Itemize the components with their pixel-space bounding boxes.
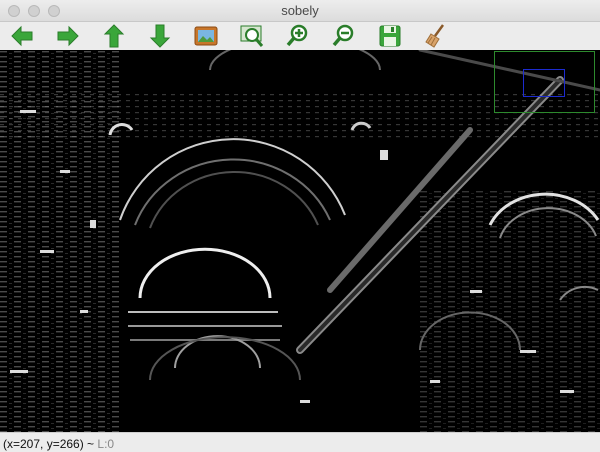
zoom-fit-button[interactable]	[239, 23, 265, 49]
zoom-in-button[interactable]	[285, 23, 311, 49]
arrow-left-icon	[11, 25, 33, 47]
zoom-level: L:0	[97, 437, 115, 451]
minimap-selection[interactable]	[523, 69, 565, 97]
down-button[interactable]	[147, 23, 173, 49]
broom-icon	[425, 24, 445, 48]
zoom-out-icon	[332, 24, 354, 47]
clear-button[interactable]	[423, 23, 449, 49]
forward-button[interactable]	[55, 23, 81, 49]
arrow-up-icon	[103, 24, 125, 48]
cursor-coordinates: (x=207, y=266) ~	[3, 437, 95, 451]
minimap-overlay[interactable]	[494, 51, 595, 113]
window-title: sobely	[281, 3, 319, 18]
picture-icon	[194, 26, 218, 46]
zoom-in-icon	[286, 24, 308, 47]
image-canvas[interactable]	[0, 50, 600, 432]
zoom-image-icon	[240, 25, 264, 47]
title-bar: sobely	[0, 0, 600, 22]
save-button[interactable]	[377, 23, 403, 49]
status-bar: (x=207, y=266) ~ L:0	[0, 432, 600, 452]
up-button[interactable]	[101, 23, 127, 49]
back-button[interactable]	[9, 23, 35, 49]
save-icon	[379, 25, 401, 47]
arrow-down-icon	[149, 24, 171, 48]
image-button[interactable]	[193, 23, 219, 49]
toolbar	[0, 22, 600, 50]
arrow-right-icon	[57, 25, 79, 47]
zoom-out-button[interactable]	[331, 23, 357, 49]
